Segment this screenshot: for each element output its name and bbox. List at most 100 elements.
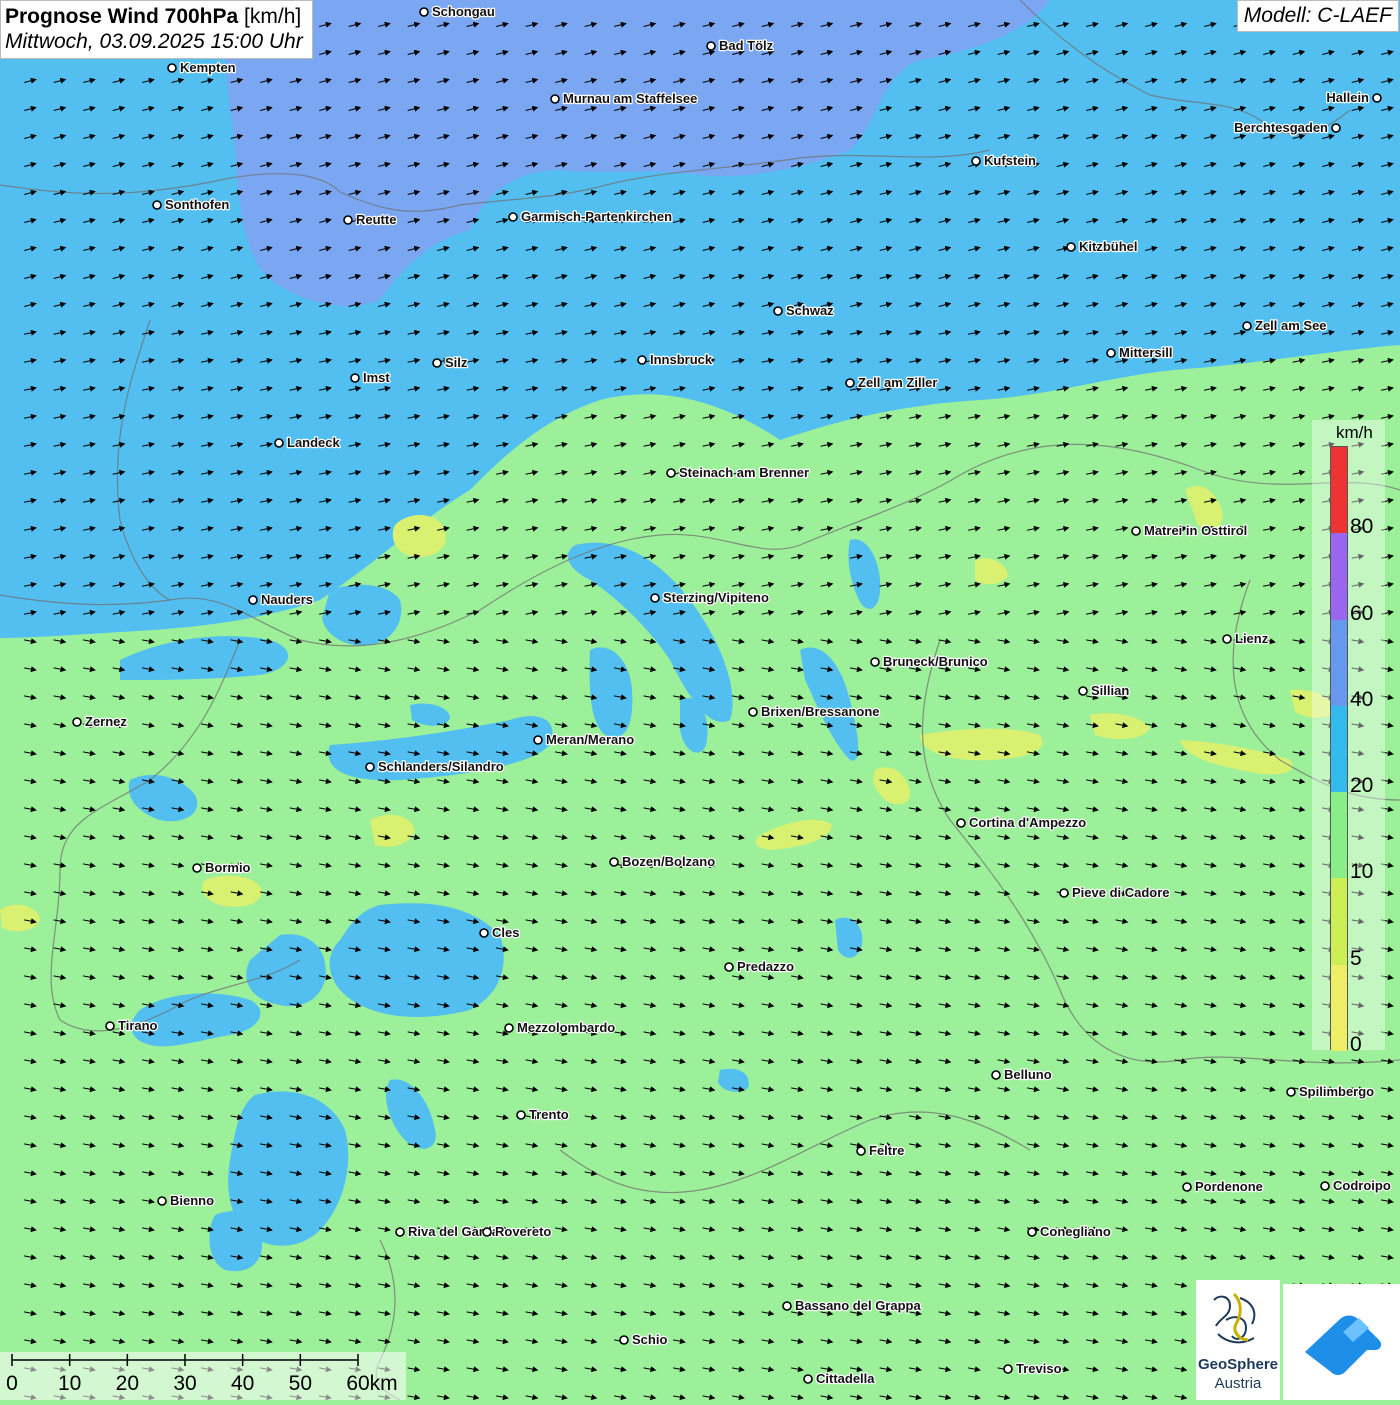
city-label: Pordenone (1195, 1179, 1263, 1194)
wind-arrow (732, 946, 745, 953)
wind-arrow (1056, 862, 1070, 869)
wind-arrow (1145, 694, 1158, 701)
wind-arrow (53, 946, 67, 953)
wind-arrow (1027, 1142, 1040, 1149)
wind-arrow (909, 1058, 922, 1065)
wind-arrow (466, 1058, 480, 1065)
wind-arrow (1263, 974, 1276, 981)
wind-arrow (496, 694, 509, 701)
wind-arrow (1174, 638, 1188, 645)
wind-arrow (909, 1198, 922, 1205)
wind-arrow (1115, 862, 1129, 869)
wind-arrow (673, 1366, 686, 1373)
wind-arrow (142, 974, 155, 981)
wind-arrow (673, 525, 686, 532)
wind-speed-zone (873, 767, 911, 805)
wind-arrow (1056, 1170, 1070, 1177)
wind-arrow (1351, 1058, 1365, 1065)
wind-arrow (909, 890, 922, 897)
wind-arrow (879, 1338, 893, 1345)
wind-arrow (761, 862, 775, 869)
wind-arrow (496, 497, 509, 504)
wind-arrow (1292, 638, 1306, 645)
wind-arrow (879, 834, 893, 841)
wind-arrow (791, 974, 804, 981)
wind-arrow (555, 1226, 568, 1233)
wind-arrow (643, 666, 657, 673)
wind-arrow (466, 1254, 480, 1261)
wind-arrow (791, 497, 804, 504)
wind-arrow (732, 638, 745, 645)
wind-arrow (909, 1114, 922, 1121)
wind-arrow (1263, 553, 1276, 560)
wind-arrow (289, 806, 303, 813)
wind-arrow (761, 1086, 775, 1093)
wind-arrow (968, 581, 981, 588)
wind-speed-zone (370, 814, 415, 847)
wind-arrow (466, 1366, 480, 1373)
city-dot-icon (971, 156, 981, 166)
wind-arrow (938, 1142, 952, 1149)
wind-arrow (525, 666, 539, 673)
wind-arrow (938, 1002, 952, 1009)
wind-arrow (761, 1254, 775, 1261)
wind-arrow (584, 722, 598, 729)
wind-arrow (732, 974, 745, 981)
wind-arrow (909, 778, 922, 785)
wind-arrow (407, 581, 421, 588)
city-label: Codroipo (1333, 1178, 1391, 1193)
wind-arrow (909, 1030, 922, 1037)
wind-arrow (1056, 1282, 1070, 1289)
wind-arrow (230, 834, 244, 841)
wind-arrow (850, 1394, 863, 1400)
wind-arrow (1351, 385, 1365, 392)
wind-arrow (24, 1114, 37, 1121)
wind-arrow (1263, 441, 1276, 448)
wind-arrow (407, 638, 421, 645)
city-marker: Mezzolombardo (504, 1019, 616, 1036)
wind-arrow (938, 918, 952, 925)
wind-arrow (673, 1142, 686, 1149)
wind-arrow (112, 1338, 126, 1345)
wind-arrow (437, 1394, 450, 1400)
wind-arrow (997, 1086, 1011, 1093)
wind-arrow (1174, 778, 1188, 785)
wind-arrow (112, 1002, 126, 1009)
wind-arrow (53, 918, 67, 925)
wind-arrow (1381, 1226, 1394, 1233)
wind-arrow (1174, 890, 1188, 897)
wind-arrow (968, 469, 981, 476)
wind-arrow (702, 581, 716, 588)
wind-arrow (968, 918, 981, 925)
wind-arrow (614, 1030, 627, 1037)
wind-arrow (466, 806, 480, 813)
wind-arrow (761, 890, 775, 897)
wind-arrow (584, 525, 598, 532)
wind-arrow (879, 1030, 893, 1037)
wind-arrow (1204, 862, 1217, 869)
wind-arrow (702, 525, 716, 532)
wind-arrow (201, 722, 214, 729)
wind-arrow (1204, 385, 1217, 392)
wind-arrow (1233, 497, 1247, 504)
wind-arrow (1115, 1310, 1129, 1317)
wind-arrow (820, 1394, 834, 1400)
wind-arrow (466, 581, 480, 588)
city-dot-icon (706, 41, 716, 51)
wind-arrow (1174, 385, 1188, 392)
wind-arrow (1027, 1338, 1040, 1345)
wind-arrow (643, 553, 657, 560)
wind-arrow (1292, 806, 1306, 813)
wind-arrow (1056, 694, 1070, 701)
wind-arrow (702, 1058, 716, 1065)
wind-arrow (142, 834, 155, 841)
wind-arrow (997, 497, 1011, 504)
wind-arrow (643, 750, 657, 757)
wind-arrow (584, 1254, 598, 1261)
wind-arrow (555, 750, 568, 757)
wind-arrow (997, 1254, 1011, 1261)
wind-arrow (378, 1282, 391, 1289)
wind-arrow (525, 694, 539, 701)
title-line: Prognose Wind 700hPa [km/h] (5, 4, 303, 29)
wind-arrow (614, 413, 627, 420)
